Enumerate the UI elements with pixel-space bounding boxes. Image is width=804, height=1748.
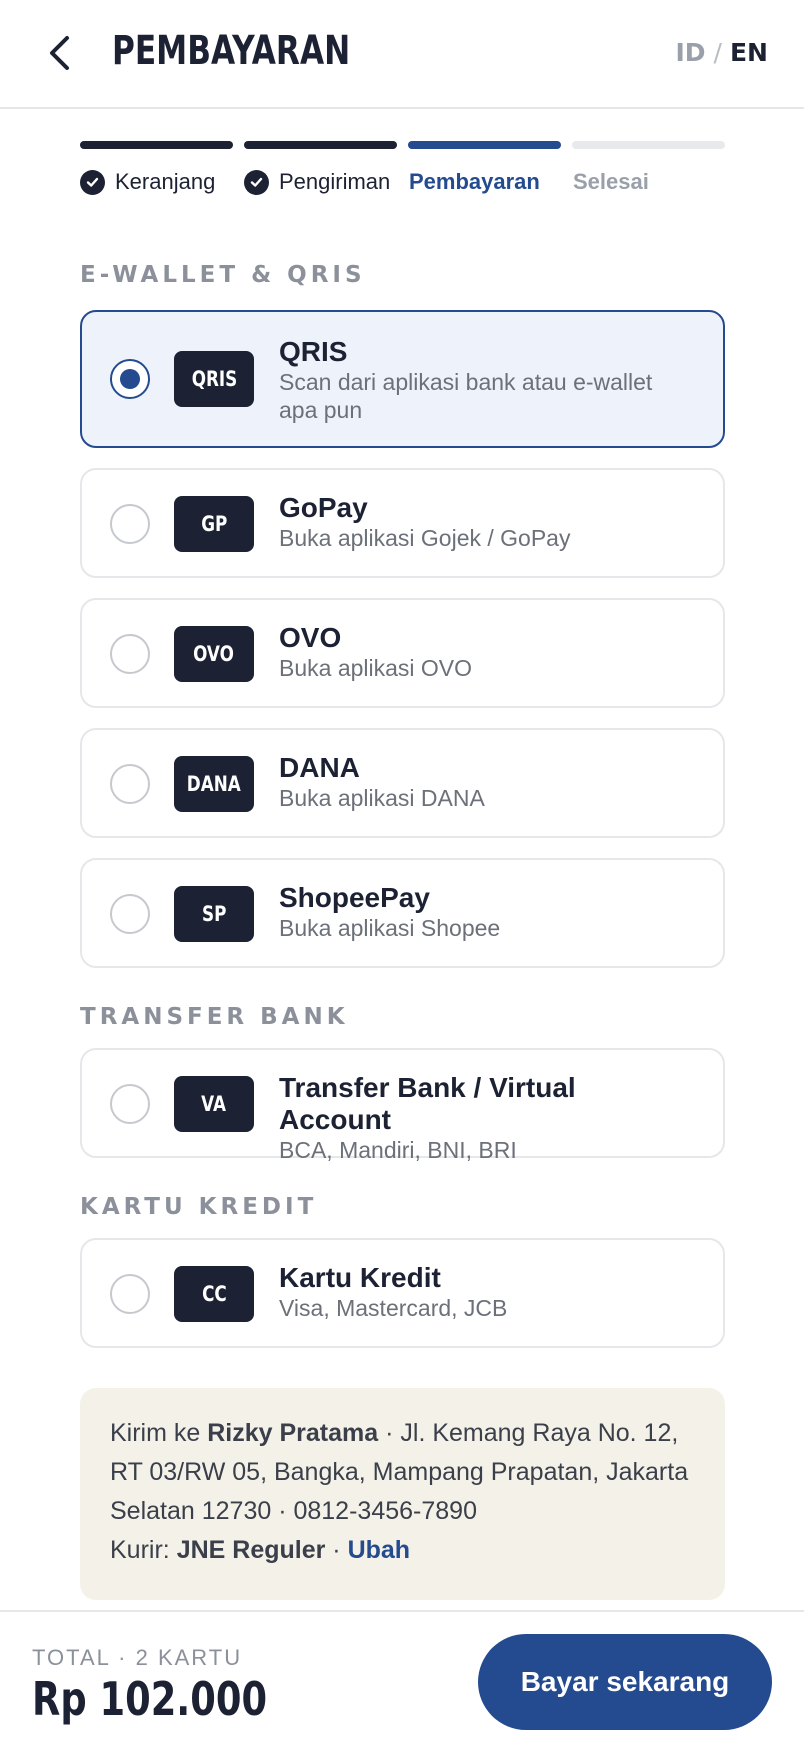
shipping-summary: Kirim ke Rizky Pratama · Jl. Kemang Raya… <box>80 1388 725 1600</box>
section-label-ewallet: E-WALLET & QRIS <box>80 262 366 288</box>
step-pengiriman: Pengiriman <box>244 169 390 195</box>
checkout-stepper: Keranjang Pengiriman Pembayaran Selesai <box>80 141 725 203</box>
ovo-badge-icon: OVO <box>174 626 254 682</box>
dana-badge-icon: DANA <box>174 756 254 812</box>
ship-prefix: Kirim ke <box>110 1419 208 1447</box>
radio-button[interactable] <box>110 1084 150 1124</box>
step-pembayaran: Pembayaran <box>409 169 540 195</box>
radio-button[interactable] <box>110 634 150 674</box>
check-circle-icon <box>80 169 105 195</box>
checkout-footer: TOTAL · 2 KARTU Rp 102.000 Bayar sekaran… <box>0 1610 804 1748</box>
option-text: DANA Buka aplikasi DANA <box>279 752 693 812</box>
payment-option-ovo[interactable]: OVO OVO Buka aplikasi OVO <box>80 598 725 708</box>
stepper-labels: Keranjang Pengiriman Pembayaran Selesai <box>80 169 725 203</box>
payment-option-shopeepay[interactable]: SP ShopeePay Buka aplikasi Shopee <box>80 858 725 968</box>
payment-option-dana[interactable]: DANA DANA Buka aplikasi DANA <box>80 728 725 838</box>
step-bar-pengiriman <box>244 141 397 149</box>
radio-button[interactable] <box>110 764 150 804</box>
lang-en-button[interactable]: EN <box>730 38 768 67</box>
section-label-card: KARTU KREDIT <box>80 1194 318 1220</box>
option-desc: Buka aplikasi Gojek / GoPay <box>279 525 571 551</box>
radio-button[interactable] <box>110 504 150 544</box>
option-text: Kartu Kredit Visa, Mastercard, JCB <box>279 1262 693 1322</box>
option-text: QRIS Scan dari aplikasi bank atau e-wall… <box>279 336 693 424</box>
option-name: GoPay <box>279 492 368 523</box>
option-desc: Buka aplikasi OVO <box>279 655 473 681</box>
check-circle-icon <box>244 169 269 195</box>
option-text: OVO Buka aplikasi OVO <box>279 622 693 682</box>
option-name: Transfer Bank / Virtual Account <box>279 1072 576 1135</box>
step-selesai: Selesai <box>573 169 649 195</box>
back-button[interactable] <box>42 32 76 74</box>
shopeepay-badge-icon: SP <box>174 886 254 942</box>
section-label-bank: TRANSFER BANK <box>80 1004 349 1030</box>
radio-dot <box>120 369 140 389</box>
option-name: ShopeePay <box>279 882 430 913</box>
step-label: Selesai <box>573 169 649 194</box>
step-label: Pengiriman <box>279 169 391 194</box>
option-name: DANA <box>279 752 360 783</box>
courier-name: JNE Reguler <box>176 1536 326 1564</box>
qris-badge-icon: QRIS <box>174 351 254 407</box>
ship-recipient: Rizky Pratama <box>207 1419 379 1447</box>
payment-option-virtual-account[interactable]: VA Transfer Bank / Virtual Account BCA, … <box>80 1048 725 1163</box>
lang-id-button[interactable]: ID <box>675 38 705 67</box>
stepper-bars <box>80 141 725 149</box>
page-title: PEMBAYARAN <box>112 28 351 74</box>
payment-option-gopay[interactable]: GP GoPay Buka aplikasi Gojek / GoPay <box>80 468 725 578</box>
step-label: Pembayaran <box>409 169 540 194</box>
lang-separator: / <box>713 38 722 67</box>
courier-prefix: Kurir: <box>110 1536 177 1564</box>
language-switch: ID / EN <box>675 38 768 67</box>
radio-button[interactable] <box>110 1274 150 1314</box>
option-text: GoPay Buka aplikasi Gojek / GoPay <box>279 492 693 552</box>
option-text: Transfer Bank / Virtual Account BCA, Man… <box>279 1072 693 1164</box>
step-bar-keranjang <box>80 141 233 149</box>
option-desc: Buka aplikasi Shopee <box>279 915 501 941</box>
option-desc: Visa, Mastercard, JCB <box>279 1295 508 1321</box>
radio-button[interactable] <box>110 894 150 934</box>
step-label: Keranjang <box>115 169 216 194</box>
cc-badge-icon: CC <box>174 1266 254 1322</box>
option-text: ShopeePay Buka aplikasi Shopee <box>279 882 693 942</box>
pay-now-button[interactable]: Bayar sekarang <box>478 1634 772 1730</box>
va-badge-icon: VA <box>174 1076 254 1132</box>
option-desc: BCA, Mandiri, BNI, BRI <box>279 1137 517 1163</box>
app-header: PEMBAYARAN ID / EN <box>0 0 804 109</box>
option-desc: Scan dari aplikasi bank atau e-wallet ap… <box>279 369 653 423</box>
option-desc: Buka aplikasi DANA <box>279 785 485 811</box>
gopay-badge-icon: GP <box>174 496 254 552</box>
total-label: TOTAL · 2 KARTU <box>32 1645 243 1670</box>
step-keranjang: Keranjang <box>80 169 215 195</box>
payment-option-qris[interactable]: QRIS QRIS Scan dari aplikasi bank atau e… <box>80 310 725 448</box>
change-shipping-link[interactable]: Ubah <box>348 1536 411 1564</box>
chevron-left-icon <box>50 36 69 70</box>
option-name: QRIS <box>279 336 348 367</box>
step-bar-pembayaran <box>408 141 561 149</box>
option-name: Kartu Kredit <box>279 1262 441 1293</box>
step-bar-selesai <box>572 141 725 149</box>
option-name: OVO <box>279 622 342 653</box>
total-value: Rp 102.000 <box>32 1672 268 1726</box>
payment-option-credit-card[interactable]: CC Kartu Kredit Visa, Mastercard, JCB <box>80 1238 725 1348</box>
radio-button[interactable] <box>110 359 150 399</box>
courier-sep: · <box>325 1536 348 1564</box>
